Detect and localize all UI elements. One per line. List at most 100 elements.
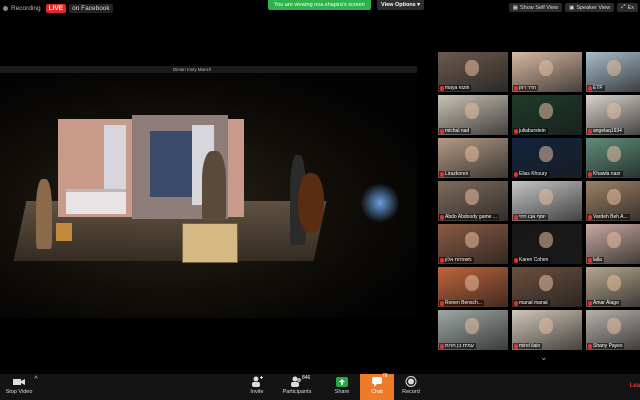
muted-mic-icon (440, 214, 444, 220)
participant-tile[interactable]: Karen Cohen (512, 224, 582, 264)
participants-count: 846 (302, 375, 311, 381)
participant-tile[interactable]: Amar Alago (586, 267, 640, 307)
participant-name-tag: Karen Cohen (513, 257, 551, 263)
muted-mic-icon (440, 343, 444, 349)
participant-tile[interactable]: יוסף אבו חיזי (512, 181, 582, 221)
theater-stage-video (0, 73, 417, 318)
participant-name: angelaq1934 (593, 128, 622, 134)
participant-name-tag: michal nad (439, 128, 472, 134)
muted-mic-icon (588, 128, 592, 134)
exit-fullscreen-button[interactable]: ⤢ Ex (617, 3, 638, 12)
participant-video (538, 189, 553, 205)
participant-tile[interactable]: משפחת אלון (438, 224, 508, 264)
invite-button[interactable]: Invite (240, 376, 274, 395)
participant-name: ETP (593, 85, 603, 91)
muted-mic-icon (440, 300, 444, 306)
participant-video (464, 189, 479, 205)
set-bed (66, 189, 126, 214)
participant-tile[interactable]: Elias Khoury (512, 138, 582, 178)
actor-left (36, 179, 52, 249)
chevron-down-icon[interactable]: ⌄ (540, 352, 548, 363)
exit-label: Ex (627, 4, 634, 11)
record-label: Record (402, 389, 420, 395)
muted-mic-icon (514, 300, 518, 306)
participant-name-tag: Lirazkoren (439, 171, 471, 177)
participant-name: הדר רוזן (519, 85, 536, 91)
participant-name-tag: maya rozin (439, 85, 472, 91)
record-button[interactable]: Record (394, 376, 428, 395)
muted-mic-icon (588, 257, 592, 263)
live-badge[interactable]: LIVE (45, 4, 67, 13)
muted-mic-icon (588, 85, 592, 91)
speaker-icon: ▣ (569, 4, 575, 11)
show-self-view-label: Show Self View (520, 4, 559, 11)
participant-name: Elias Khoury (519, 171, 548, 177)
participant-tile[interactable]: עמית בן חרות (438, 310, 508, 350)
live-destination[interactable]: on Facebook (69, 4, 113, 13)
chat-count: 78 (382, 373, 388, 379)
share-button[interactable]: Share (325, 376, 359, 395)
participant-tile[interactable]: mirel ilain (512, 310, 582, 350)
muted-mic-icon (440, 257, 444, 263)
chat-label: Chat (371, 389, 383, 395)
participant-name-tag: משפחת אלון (439, 257, 474, 263)
screen-share-banner: You are viewing noa.shapira's screen (268, 0, 371, 10)
participant-tile[interactable]: Shany Payes (586, 310, 640, 350)
speaker-view-label: Speaker View (576, 4, 611, 11)
participant-name-tag: mirel ilain (513, 343, 543, 349)
participant-tile[interactable]: michal nad (438, 95, 508, 135)
participant-tile[interactable]: Ronen Bensch... (438, 267, 508, 307)
participant-video (606, 60, 621, 76)
participant-name: Abdo Abdoody game ... (445, 214, 497, 220)
participant-video (538, 318, 553, 334)
participant-tile[interactable]: Vardeh Beh A... (586, 181, 640, 221)
actor-center (202, 151, 226, 221)
participant-name: Ronen Bensch... (445, 300, 482, 306)
participant-name: maya rozin (445, 85, 470, 91)
participant-video (606, 275, 621, 291)
participant-name: manal manal (519, 300, 548, 306)
stage-light (360, 183, 400, 223)
participant-video (538, 275, 553, 291)
leave-button[interactable]: Lea (630, 383, 640, 389)
participant-tile[interactable]: juliaburstein (512, 95, 582, 135)
participant-tile[interactable]: הדר רוזן (512, 52, 582, 92)
participant-video (606, 146, 621, 162)
grid-icon: ▦ (512, 4, 518, 11)
participant-video (464, 60, 479, 76)
chat-button[interactable]: 78 Chat (360, 373, 394, 400)
participant-tile[interactable]: maya rozin (438, 52, 508, 92)
participant-tile[interactable]: ETP (586, 52, 640, 92)
participant-name-tag: Elias Khoury (513, 171, 550, 177)
participant-tile[interactable]: angelaq1934 (586, 95, 640, 135)
participant-tile[interactable]: Lirazkoren (438, 138, 508, 178)
double-bass (298, 173, 324, 233)
participant-gallery: maya rozin הדר רוזן ETP michal nad juliaburs… (438, 52, 640, 350)
participant-video (464, 146, 479, 162)
show-self-view-button[interactable]: ▦ Show Self View (508, 3, 563, 12)
video-options-caret[interactable]: ^ (30, 376, 42, 389)
muted-mic-icon (514, 343, 518, 349)
participant-name-tag: Shany Payes (587, 343, 625, 349)
participant-tile[interactable]: lalla (586, 224, 640, 264)
participant-tile[interactable]: Khawla nasr (586, 138, 640, 178)
chevron-up-icon: ^ (34, 376, 38, 383)
muted-mic-icon (588, 171, 592, 177)
participant-name: משפחת אלון (445, 257, 472, 263)
participant-name-tag: ETP (587, 85, 605, 91)
set-chair (56, 223, 72, 241)
muted-mic-icon (440, 85, 444, 91)
participant-name: mirel ilain (519, 343, 541, 349)
participant-name: lalla (593, 257, 602, 263)
share-screen-icon (336, 376, 348, 387)
shared-screen[interactable]: Dimitri Ioniy Manzil (0, 66, 417, 318)
muted-mic-icon (588, 300, 592, 306)
participants-button[interactable]: 846 Participants (280, 375, 314, 395)
muted-mic-icon (514, 128, 518, 134)
participant-tile[interactable]: Abdo Abdoody game ... (438, 181, 508, 221)
participant-name: juliaburstein (519, 128, 546, 134)
speaker-view-button[interactable]: ▣ Speaker View (565, 3, 615, 12)
view-options-button[interactable]: View Options ▾ (377, 0, 425, 10)
participant-tile[interactable]: manal manal (512, 267, 582, 307)
fullscreen-icon: ⤢ (621, 4, 626, 10)
